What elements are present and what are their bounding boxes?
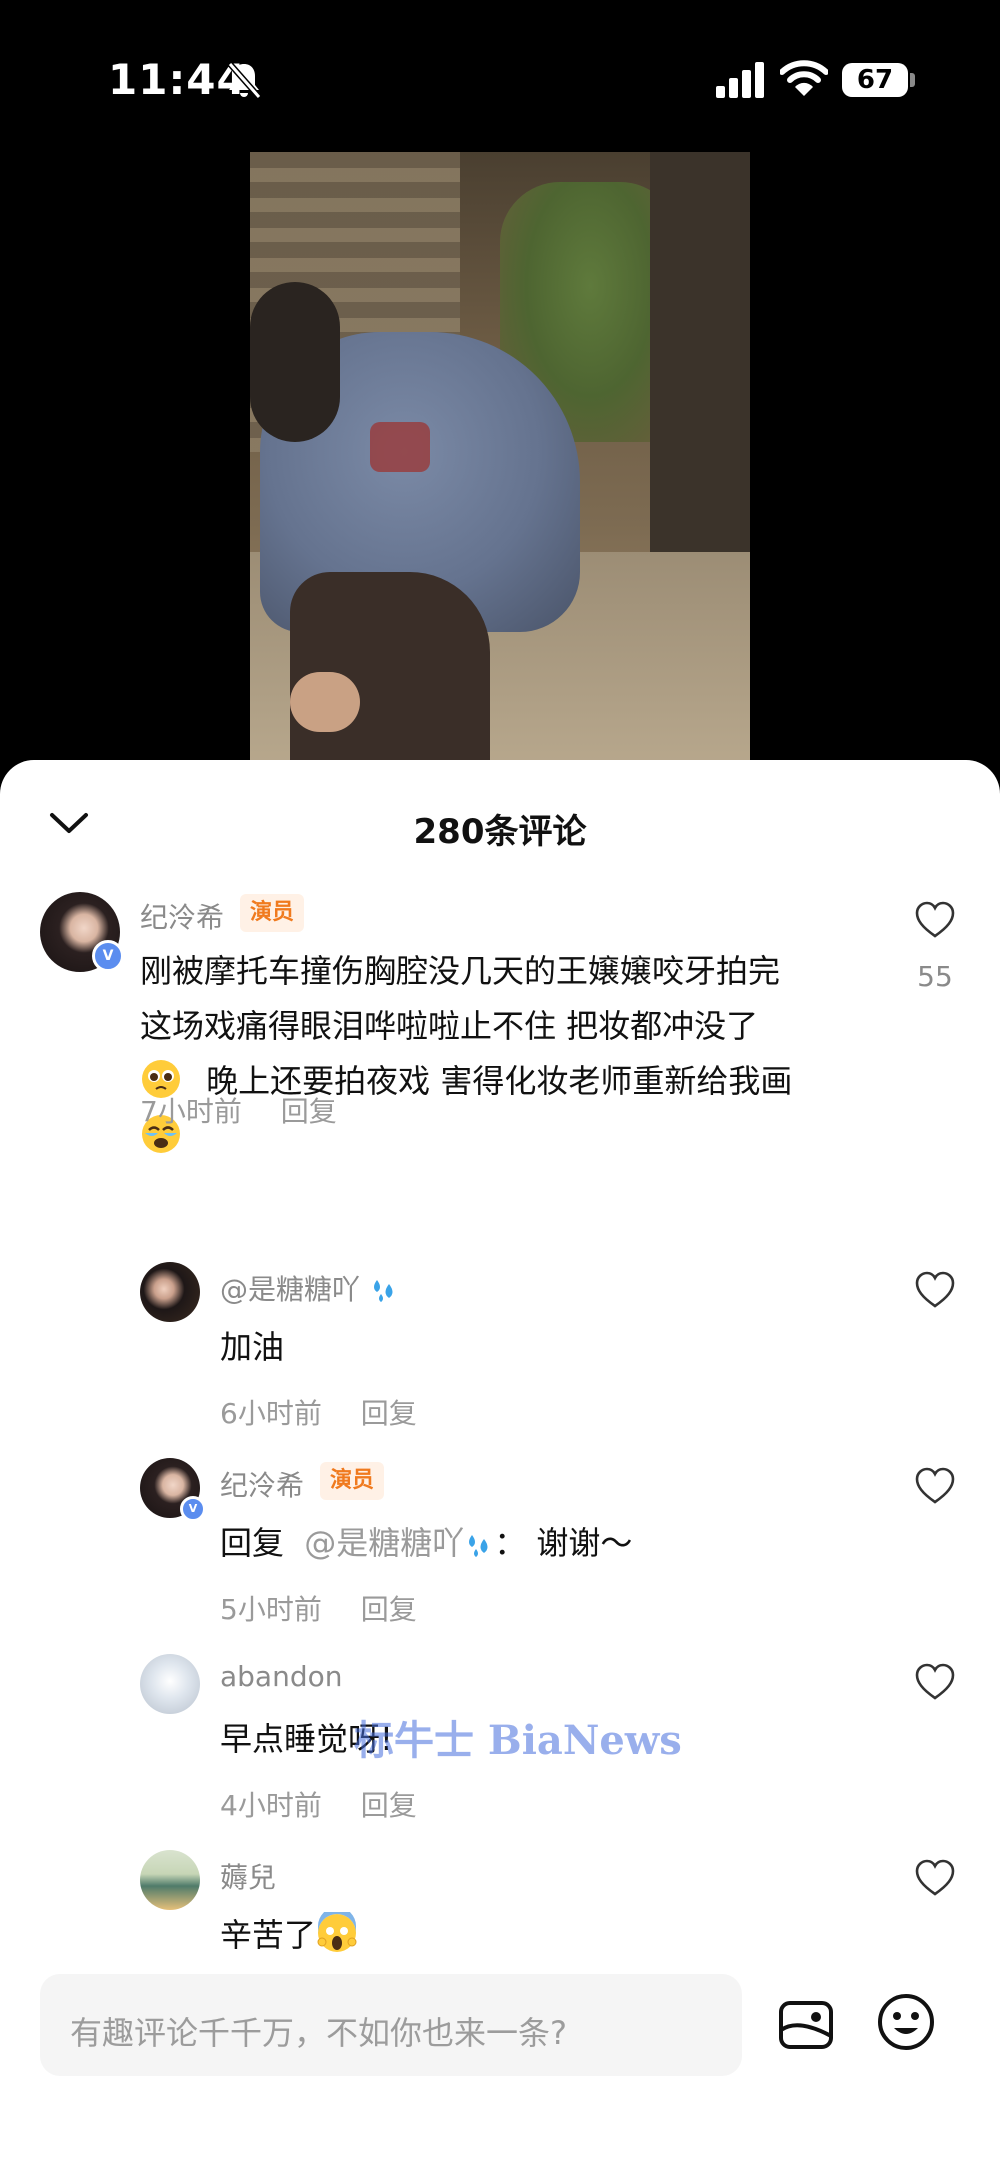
heart-icon[interactable] [914, 1466, 956, 1506]
video-person-head [250, 282, 340, 442]
verified-badge: V [180, 1496, 206, 1522]
comment-text: 刚被摩托车撞伤胸腔没几天的王嬢嬢咬牙拍完 这场戏痛得眼泪哗啦啦止不住 把妆都冲没… [140, 944, 860, 1164]
reply-text-content: 辛苦了 [220, 1916, 317, 1954]
reply-username[interactable]: 纪泠希 [220, 1464, 304, 1504]
battery-tip [910, 73, 915, 87]
reply-button[interactable]: 回复 [361, 1789, 417, 1822]
wifi-icon [780, 60, 828, 96]
reply-time: 5小时前 [220, 1593, 322, 1626]
reply-meta: 6小时前 回复 [220, 1392, 447, 1432]
avatar[interactable] [140, 1654, 200, 1714]
reply-prefix: 回复 [220, 1524, 285, 1562]
video-frame[interactable] [250, 152, 750, 772]
reply-username-text: @是糖糖吖 [220, 1273, 361, 1306]
actor-tag: 演员 [240, 894, 305, 932]
emoji-icon[interactable] [876, 1992, 936, 2052]
image-icon[interactable] [778, 2000, 834, 2050]
reply-suffix: ： 谢谢～ [494, 1524, 633, 1562]
heart-icon[interactable] [914, 1662, 956, 1702]
like-count: 55 [917, 960, 953, 993]
actor-tag: 演员 [320, 1462, 385, 1500]
comment-text-line: 刚被摩托车撞伤胸腔没几天的王嬢嬢咬牙拍完 [140, 952, 781, 990]
reply-meta: 5小时前 回复 [220, 1588, 447, 1628]
verified-badge: V [92, 940, 124, 972]
signal-icon [716, 62, 764, 98]
reply-username[interactable]: abandon [220, 1660, 343, 1693]
mention-link[interactable]: @是糖糖吖 [304, 1524, 464, 1562]
video-person-hand [290, 672, 360, 732]
screaming-face-emoji-icon [317, 1912, 357, 1952]
reply-button[interactable]: 回复 [361, 1397, 417, 1430]
reply-time: 4小时前 [220, 1789, 322, 1822]
comment-input[interactable]: 有趣评论千千万，不如你也来一条? [40, 1974, 742, 2076]
bell-off-icon [227, 62, 262, 99]
video-wall [650, 152, 750, 552]
comment-sheet: 280条评论 V 纪泠希 演员 刚被摩托车撞伤胸腔没几天的王嬢嬢咬牙拍完 这场戏… [0, 760, 1000, 2174]
watermark: 标牛士 BiaNews [354, 1717, 682, 1764]
video-area[interactable] [0, 150, 1000, 772]
comments-count-title: 280条评论 [413, 812, 587, 852]
reply-meta: 4小时前 回复 [220, 1784, 447, 1824]
reply-username[interactable]: 薅兒 [220, 1856, 276, 1896]
comment-input-placeholder: 有趣评论千千万，不如你也来一条? [70, 2014, 567, 2052]
comment-username[interactable]: 纪泠希 [140, 896, 224, 936]
reply-text: 回复 @是糖糖吖 ： 谢谢～ [220, 1516, 632, 1571]
sweat-drops-icon [373, 1280, 393, 1302]
comment-meta: 7小时前 回复 [140, 1090, 367, 1130]
reply-time: 6小时前 [220, 1397, 322, 1430]
reply-button[interactable]: 回复 [281, 1095, 337, 1128]
comment-time: 7小时前 [140, 1095, 242, 1128]
battery-indicator: 67 [842, 63, 908, 97]
avatar[interactable] [140, 1262, 200, 1322]
reply-username[interactable]: @是糖糖吖 [220, 1268, 399, 1308]
heart-icon[interactable] [914, 1270, 956, 1310]
reply-text: 加油 [220, 1328, 285, 1366]
reply-button[interactable]: 回复 [361, 1593, 417, 1626]
reply-text: 辛苦了 [220, 1908, 358, 1963]
video-person-pattern [370, 422, 430, 472]
heart-icon[interactable] [914, 900, 956, 940]
status-bar: 11:44 67 [0, 0, 1000, 150]
heart-icon[interactable] [914, 1858, 956, 1898]
avatar[interactable] [140, 1850, 200, 1910]
comment-text-line: 这场戏痛得眼泪哗啦啦止不住 把妆都冲没了 [140, 1007, 759, 1045]
sweat-drops-icon [469, 1535, 488, 1557]
